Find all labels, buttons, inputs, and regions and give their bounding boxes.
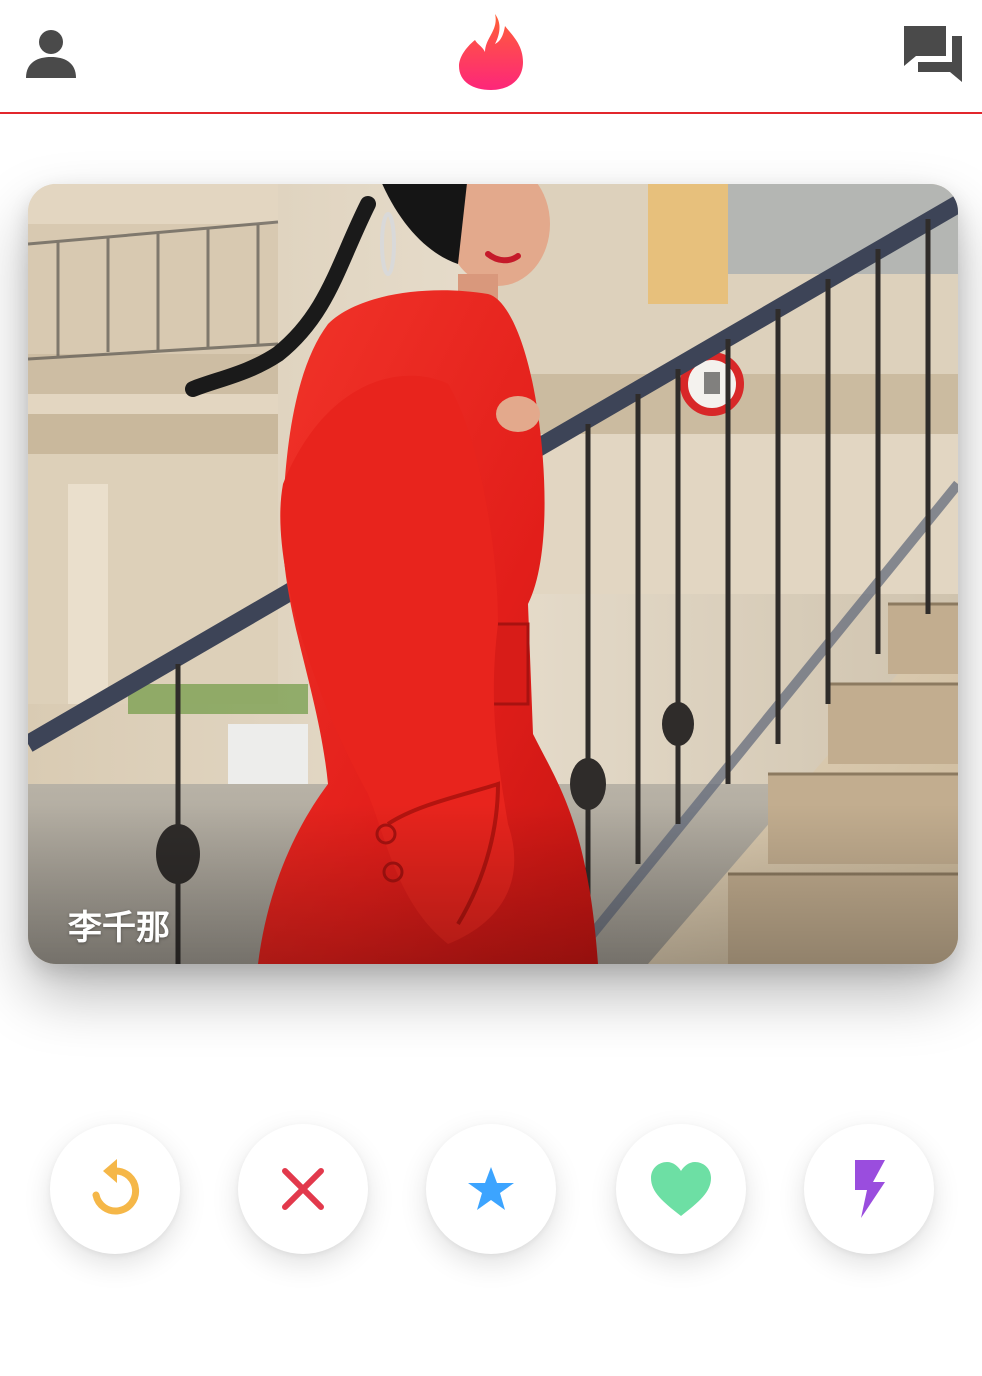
swipe-screen: 李千那	[0, 0, 982, 1376]
boost-button[interactable]	[804, 1124, 934, 1254]
flame-logo	[455, 12, 527, 92]
bolt-icon	[855, 1160, 885, 1218]
chat-bubbles-icon	[904, 26, 962, 82]
messages-button[interactable]	[900, 22, 966, 84]
star-icon	[468, 1167, 514, 1210]
action-bar	[0, 1100, 982, 1300]
like-button[interactable]	[616, 1124, 746, 1254]
heart-icon	[651, 1162, 711, 1216]
flame-logo-icon	[459, 14, 523, 90]
profile-name: 李千那	[68, 908, 170, 948]
person-icon	[26, 30, 76, 78]
x-icon	[282, 1168, 324, 1210]
profile-photo	[28, 184, 958, 964]
top-nav-bar	[0, 0, 982, 114]
profile-button[interactable]	[22, 26, 80, 82]
rewind-icon	[92, 1159, 140, 1215]
super-like-button[interactable]	[426, 1124, 556, 1254]
rewind-button[interactable]	[50, 1124, 180, 1254]
nope-button[interactable]	[238, 1124, 368, 1254]
profile-card[interactable]: 李千那	[28, 184, 958, 964]
header-fade	[0, 116, 982, 136]
